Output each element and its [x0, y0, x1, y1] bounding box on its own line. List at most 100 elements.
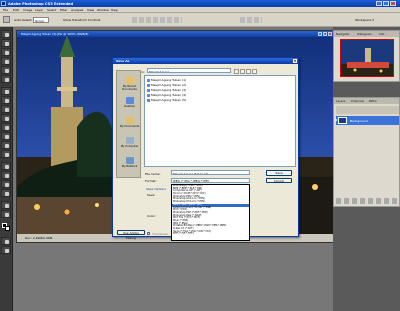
format-option[interactable]: TIFF (*.TIF;*.TIFF) [172, 233, 249, 236]
workspace-button[interactable]: Workspace ▾ [355, 18, 374, 22]
clone-stamp-tool-icon[interactable] [1, 105, 11, 113]
file-item[interactable]: Masjid Agung Tuban (4) [147, 93, 186, 97]
options-bar: Auto-Select: Group Show Transform Contro… [0, 13, 400, 27]
menu-select[interactable]: Select [47, 8, 56, 12]
back-icon[interactable] [234, 69, 239, 74]
file-name-label: File name: [145, 172, 161, 176]
navigator-thumbnail[interactable] [340, 39, 394, 77]
view-menu-icon[interactable] [252, 69, 257, 74]
new-folder-icon[interactable] [246, 69, 251, 74]
layer-thumbnail [338, 117, 347, 124]
place-desktop[interactable]: Desktop [117, 97, 142, 108]
doc-close-button[interactable] [328, 32, 332, 36]
panel-toggle-icons[interactable] [240, 17, 262, 23]
file-item[interactable]: Masjid Agung Tuban (2) [147, 83, 186, 87]
healing-brush-tool-icon[interactable] [1, 87, 11, 95]
tab-paths[interactable]: Paths [369, 99, 377, 103]
image-file-icon [147, 88, 150, 92]
crop-tool-icon[interactable] [1, 66, 11, 74]
move-tool-icon[interactable] [1, 30, 11, 38]
blur-tool-icon[interactable] [1, 141, 11, 149]
tab-channels[interactable]: Channels [351, 99, 364, 103]
eraser-tool-icon[interactable] [1, 123, 11, 131]
align-icons[interactable] [132, 17, 182, 23]
menu-image[interactable]: Image [23, 8, 32, 12]
auto-select-dropdown[interactable]: Group [33, 17, 49, 23]
image-file-icon [147, 78, 150, 82]
file-item[interactable]: Masjid Agung Tuban (3) [147, 88, 186, 92]
marquee-tool-icon[interactable] [1, 39, 11, 47]
document-status: Doc: 2.49M/2.49M [25, 236, 53, 240]
use-adobe-dialog-button[interactable]: Use Adobe Dialog [117, 230, 145, 240]
eye-icon[interactable] [335, 119, 337, 121]
my-network-icon [125, 157, 134, 164]
save-in-dropdown[interactable]: Masjid Agung [147, 68, 231, 73]
save-button[interactable]: Save [266, 170, 292, 176]
document-title: Masjid Agung Tuban (3).JPG @ 100% (RGB/8… [21, 32, 89, 37]
menu-edit[interactable]: Edit [13, 8, 19, 12]
quick-mask-icon[interactable] [1, 237, 11, 245]
up-folder-icon[interactable] [240, 69, 245, 74]
image-file-icon [147, 83, 150, 87]
doc-maximize-button[interactable] [323, 32, 327, 36]
zoom-tool-icon[interactable] [1, 210, 11, 218]
menu-layer[interactable]: Layer [35, 8, 43, 12]
menu-help[interactable]: Help [111, 8, 118, 12]
place-my-computer[interactable]: My Computer [117, 137, 142, 148]
menu-filter[interactable]: Filter [60, 8, 67, 12]
path-selection-tool-icon[interactable] [1, 180, 11, 188]
history-brush-tool-icon[interactable] [1, 114, 11, 122]
place-recent[interactable]: My Recent Documents [117, 77, 142, 91]
show-transform-label[interactable]: Show Transform Controls [63, 18, 100, 22]
type-tool-icon[interactable] [1, 171, 11, 179]
maximize-button[interactable] [383, 1, 389, 6]
file-item[interactable]: Masjid Agung Tuban (1) [147, 78, 186, 82]
layer-row-background[interactable]: Background [335, 116, 399, 125]
thumbnail-checkbox[interactable] [147, 232, 150, 235]
menu-window[interactable]: Window [97, 8, 109, 12]
navigator-tabs: Navigator Histogram Info [334, 31, 399, 37]
magic-wand-tool-icon[interactable] [1, 57, 11, 65]
tab-navigator[interactable]: Navigator [336, 32, 350, 36]
save-as-dialog: Save As × Save in: Masjid Agung My Recen… [112, 57, 299, 241]
format-options-list[interactable]: Photoshop (*.PSD;*.PDD) BMP (*.BMP;*.RLE;… [171, 184, 250, 241]
minimize-button[interactable] [376, 1, 382, 6]
screen-mode-icon[interactable] [1, 246, 11, 254]
thumbnail-label: Thumbnail [152, 232, 168, 236]
format-dropdown[interactable]: JPEG (*.JPG;*.JPEG;*.JPE) [171, 177, 250, 183]
tab-histogram[interactable]: Histogram [357, 32, 372, 36]
dialog-title-bar: Save As × [113, 58, 298, 64]
menu-analysis[interactable]: Analysis [71, 8, 83, 12]
shape-tool-icon[interactable] [1, 189, 11, 197]
doc-minimize-button[interactable] [318, 32, 322, 36]
tab-layers[interactable]: Layers [336, 99, 345, 103]
photoshop-logo-icon [1, 1, 6, 6]
background-color-swatch[interactable] [5, 226, 10, 231]
place-my-network[interactable]: My Network [117, 157, 142, 168]
file-list[interactable]: Masjid Agung Tuban (1) Masjid Agung Tuba… [144, 75, 296, 167]
app-title-bar: Adobe Photoshop CS3 Extended [0, 0, 400, 7]
dialog-close-button[interactable]: × [292, 58, 297, 64]
move-tool-icon[interactable] [3, 16, 10, 23]
menu-view[interactable]: View [87, 8, 94, 12]
auto-select-label: Auto-Select: [14, 18, 33, 22]
file-item[interactable]: Masjid Agung Tuban (5) [147, 98, 186, 102]
layer-options-row[interactable] [336, 106, 399, 114]
place-my-documents[interactable]: My Documents [117, 117, 142, 128]
save-sub-label: Save: [147, 193, 156, 197]
dodge-tool-icon[interactable] [1, 150, 11, 158]
layer-actions-icons[interactable] [336, 198, 399, 204]
slice-tool-icon[interactable] [1, 75, 11, 83]
tab-info[interactable]: Info [379, 32, 384, 36]
image-file-icon [147, 98, 150, 102]
close-button[interactable] [390, 1, 396, 6]
hand-tool-icon[interactable] [1, 201, 11, 209]
brush-tool-icon[interactable] [1, 96, 11, 104]
gradient-tool-icon[interactable] [1, 132, 11, 140]
file-name-input[interactable]: Masjid Agung Tuban (3) [171, 170, 250, 175]
pen-tool-icon[interactable] [1, 162, 11, 170]
menu-file[interactable]: File [3, 8, 8, 12]
cancel-button[interactable]: Cancel [266, 177, 292, 183]
lasso-tool-icon[interactable] [1, 48, 11, 56]
format-label: Format: [145, 179, 157, 183]
